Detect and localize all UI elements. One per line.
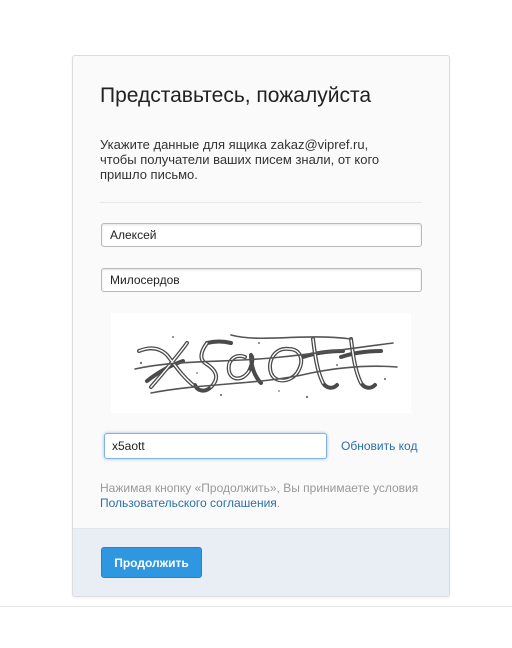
divider (100, 202, 422, 203)
continue-button[interactable]: Продолжить (101, 547, 202, 578)
first-name-input[interactable] (101, 223, 422, 247)
refresh-captcha-link[interactable]: Обновить код (341, 439, 417, 453)
terms-text: Нажимая кнопку «Продолжить», Вы принимае… (100, 481, 419, 495)
page-divider (0, 606, 512, 607)
page-title: Представьтесь, пожалуйста (100, 84, 372, 107)
captcha-image (111, 313, 411, 413)
terms-notice: Нажимая кнопку «Продолжить», Вы принимае… (100, 481, 435, 511)
last-name-input[interactable] (101, 268, 422, 292)
user-agreement-link[interactable]: Пользовательского соглашения (100, 496, 277, 510)
captcha-input[interactable] (104, 433, 327, 459)
signup-card: Представьтесь, пожалуйста Укажите данные… (72, 55, 450, 597)
terms-suffix: . (276, 496, 281, 510)
intro-text: Укажите данные для ящика zakaz@vipref.ru… (100, 137, 380, 182)
card-footer: Продолжить (73, 528, 449, 596)
